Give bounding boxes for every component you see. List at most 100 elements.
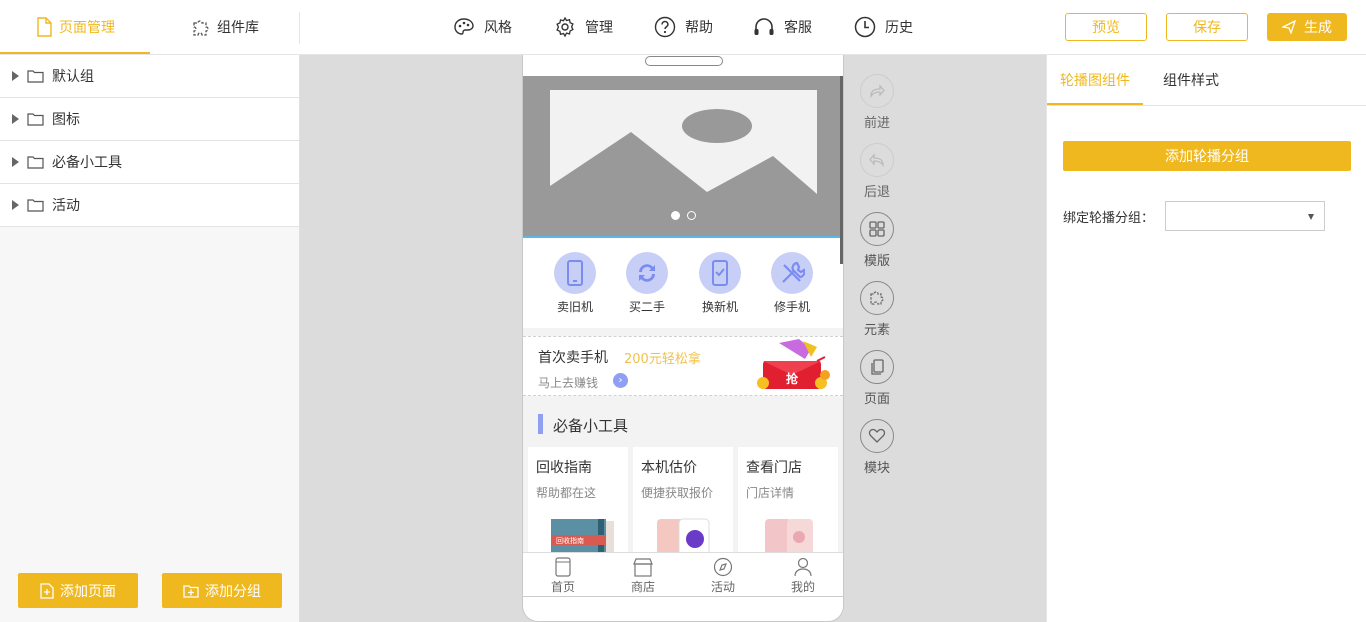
tools-title: 必备小工具 xyxy=(553,417,629,435)
expand-arrow-icon[interactable] xyxy=(12,157,19,167)
tab-carousel-component[interactable]: 轮播图组件 xyxy=(1047,55,1143,105)
clock-icon xyxy=(854,16,876,38)
carousel-banner[interactable] xyxy=(523,76,843,238)
nav-help[interactable]: 帮助 xyxy=(654,16,713,38)
expand-arrow-icon[interactable] xyxy=(12,200,19,210)
tabbar-activity[interactable]: 活动 xyxy=(683,557,763,595)
pages-button[interactable]: 页面 xyxy=(858,350,896,407)
pages-icon xyxy=(871,359,884,375)
tabbar-profile[interactable]: 我的 xyxy=(763,557,843,595)
template-button[interactable]: 模版 xyxy=(858,212,896,269)
divider xyxy=(299,12,300,44)
tab-divider xyxy=(1047,105,1366,106)
nav-customer-service-label: 客服 xyxy=(784,20,812,36)
tab-component-library-label: 组件库 xyxy=(217,20,259,36)
top-toolbar: 页面管理 组件库 风格 管理 帮助 客服 历史 预览 保存 生成 xyxy=(0,0,1366,55)
preview-button[interactable]: 预览 xyxy=(1065,13,1147,41)
carousel-group-select[interactable] xyxy=(1165,201,1325,231)
icon-label: 买二手 xyxy=(628,300,665,314)
icon-buy-used[interactable]: 买二手 xyxy=(612,252,682,315)
section-marker xyxy=(538,414,543,434)
tool-card-title: 查看门店 xyxy=(746,460,802,476)
group-item-label: 活动 xyxy=(52,198,80,214)
add-page-label: 添加页面 xyxy=(60,583,116,600)
heart-icon xyxy=(868,428,886,443)
element-label: 元素 xyxy=(863,323,890,338)
tabbar-label: 我的 xyxy=(790,580,815,594)
add-group-button[interactable]: 添加分组 xyxy=(162,573,282,608)
add-page-button[interactable]: 添加页面 xyxy=(18,573,138,608)
add-group-label: 添加分组 xyxy=(205,583,261,600)
tab-page-management[interactable]: 页面管理 xyxy=(0,0,150,54)
tool-card-stores[interactable]: 查看门店 门店详情 xyxy=(738,447,838,557)
tabbar-store[interactable]: 商店 xyxy=(603,557,683,595)
nav-history[interactable]: 历史 xyxy=(854,16,913,38)
add-page-icon xyxy=(40,582,54,599)
icon-sell-old[interactable]: 卖旧机 xyxy=(540,252,610,315)
generate-button[interactable]: 生成 xyxy=(1267,13,1347,41)
carousel-dot-active[interactable] xyxy=(671,211,680,220)
help-icon xyxy=(654,16,676,38)
template-label: 模版 xyxy=(863,254,890,269)
save-button[interactable]: 保存 xyxy=(1166,13,1248,41)
tool-card-title: 本机估价 xyxy=(641,460,697,476)
module-button[interactable]: 模块 xyxy=(858,419,896,476)
tabbar-home[interactable]: 首页 xyxy=(523,557,603,595)
icon-trade-in[interactable]: 换新机 xyxy=(685,252,755,315)
group-item-tools[interactable]: 必备小工具 xyxy=(0,141,299,184)
right-panel: 轮播图组件 组件样式 添加轮播分组 绑定轮播分组： xyxy=(1046,55,1366,622)
tool-card-subtitle: 门店详情 xyxy=(746,486,795,500)
expand-arrow-icon[interactable] xyxy=(12,114,19,124)
tab-component-style[interactable]: 组件样式 xyxy=(1147,55,1235,105)
pages-label: 页面 xyxy=(863,392,890,407)
nav-style-label: 风格 xyxy=(484,20,512,36)
template-icon xyxy=(869,221,885,237)
group-item-activity[interactable]: 活动 xyxy=(0,184,299,227)
palette-icon xyxy=(454,18,474,35)
tool-card-guide[interactable]: 回收指南 帮助都在这 回收指南 xyxy=(528,447,628,557)
dropdown-arrow-icon xyxy=(1308,214,1314,220)
headset-icon xyxy=(754,18,774,35)
back-icon xyxy=(869,153,884,168)
nav-history-label: 历史 xyxy=(885,20,913,36)
tool-card-subtitle: 便捷获取报价 xyxy=(641,486,714,500)
promo-subtitle: 马上去赚钱 xyxy=(538,376,599,390)
compass-icon xyxy=(713,557,733,577)
tabbar-label: 首页 xyxy=(550,580,575,594)
generate-button-label: 生成 xyxy=(1304,20,1332,36)
left-panel: 默认组 图标 必备小工具 活动 添加页面 添加分组 xyxy=(0,55,300,622)
tool-card-estimate[interactable]: 本机估价 便捷获取报价 xyxy=(633,447,733,557)
phone-scrollbar[interactable] xyxy=(840,76,843,264)
forward-button[interactable]: 前进 xyxy=(858,74,896,131)
element-button[interactable]: 元素 xyxy=(858,281,896,338)
group-item-default[interactable]: 默认组 xyxy=(0,55,299,98)
group-item-icons[interactable]: 图标 xyxy=(0,98,299,141)
quick-icons: 卖旧机 买二手 换新机 修手机 xyxy=(523,238,843,328)
add-carousel-group-button[interactable]: 添加轮播分组 xyxy=(1063,141,1351,171)
icon-repair[interactable]: 修手机 xyxy=(757,252,827,315)
home-phone-icon xyxy=(555,557,571,577)
nav-manage[interactable]: 管理 xyxy=(554,16,613,38)
folder-icon xyxy=(27,113,44,126)
puzzle-icon xyxy=(193,20,209,36)
nav-manage-label: 管理 xyxy=(585,20,613,36)
folder-icon xyxy=(27,156,44,169)
group-item-label: 图标 xyxy=(52,112,80,128)
folder-icon xyxy=(27,70,44,83)
tab-component-library[interactable]: 组件库 xyxy=(150,0,300,54)
tool-card-title: 回收指南 xyxy=(536,460,592,476)
phone-icon xyxy=(567,260,583,286)
phone-screen: 卖旧机 买二手 换新机 修手机 首次卖手机 200元轻松拿 马上去赚钱 › 抢 … xyxy=(523,76,843,597)
back-button[interactable]: 后退 xyxy=(858,143,896,200)
promo-banner[interactable]: 首次卖手机 200元轻松拿 马上去赚钱 › 抢 xyxy=(523,336,843,396)
tools-section-header: 必备小工具 xyxy=(523,404,843,446)
expand-arrow-icon[interactable] xyxy=(12,71,19,81)
nav-customer-service[interactable]: 客服 xyxy=(753,16,812,38)
image-placeholder-icon xyxy=(550,90,817,202)
folder-icon xyxy=(27,199,44,212)
forward-icon xyxy=(870,84,885,99)
nav-style[interactable]: 风格 xyxy=(453,16,512,38)
arrow-right-icon[interactable]: › xyxy=(613,373,628,388)
phone-check-icon xyxy=(712,260,728,286)
carousel-dot[interactable] xyxy=(687,211,696,220)
